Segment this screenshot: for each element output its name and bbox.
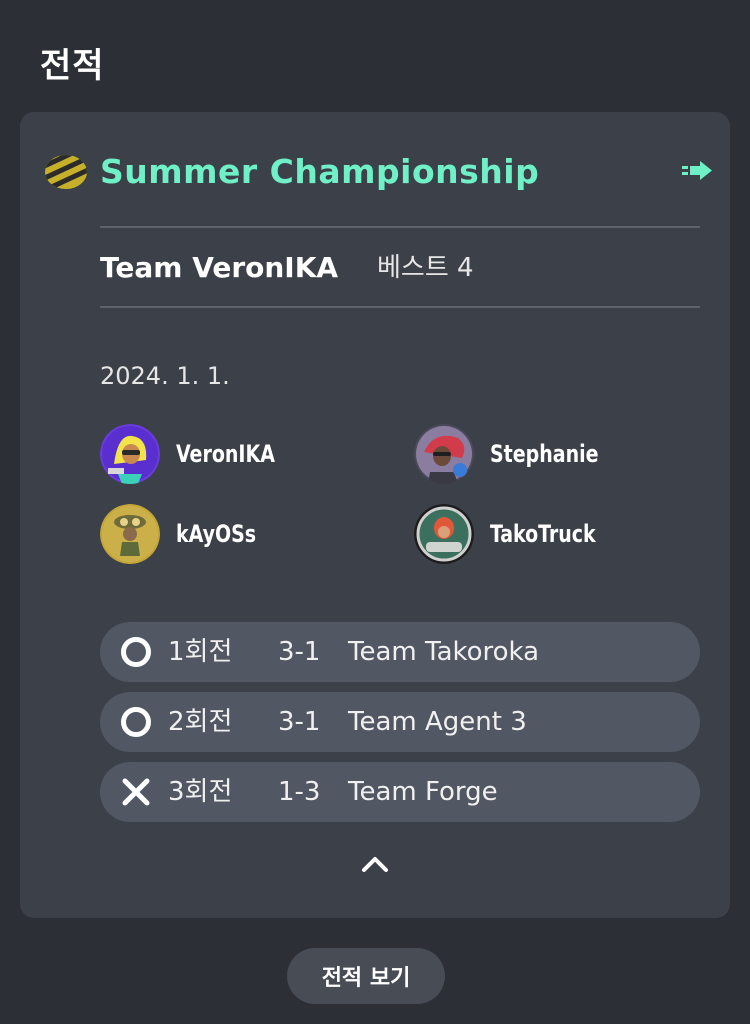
octoling-avatar-dark (414, 504, 474, 564)
view-history-button[interactable]: 전적 보기 (287, 948, 445, 1004)
round-score: 3-1 (278, 707, 321, 737)
circle-win-icon (121, 707, 151, 737)
player-name: kAyOSs (176, 520, 257, 548)
round-label: 1회전 (168, 637, 233, 667)
player-name: VeronIKA (176, 440, 275, 468)
team-name: Team VeronIKA (100, 251, 339, 284)
round-row[interactable]: 2회전 3-1 Team Agent 3 (100, 692, 700, 752)
round-opponent: Team Forge (348, 777, 498, 807)
circle-win-icon (121, 637, 151, 667)
chevron-up-icon[interactable] (358, 848, 392, 882)
round-row[interactable]: 1회전 3-1 Team Takoroka (100, 622, 700, 682)
inkling-avatar-purple (100, 424, 160, 484)
x-loss-icon (122, 778, 150, 806)
round-score: 3-1 (278, 637, 321, 667)
octoling-avatar-red (414, 424, 474, 484)
tournament-header: Summer Championship (44, 150, 712, 194)
tournament-date: 2024. 1. 1. (100, 362, 230, 390)
round-opponent: Team Agent 3 (348, 707, 527, 737)
round-score: 1-3 (278, 777, 321, 807)
tournament-card: Summer Championship Team VeronIKA 베스트 4 … (20, 112, 730, 918)
divider (100, 306, 700, 308)
gold-avatar (100, 504, 160, 564)
team-result: 베스트 4 (377, 253, 474, 283)
round-label: 2회전 (168, 707, 233, 737)
round-opponent: Team Takoroka (348, 637, 540, 667)
round-row[interactable]: 3회전 1-3 Team Forge (100, 762, 700, 822)
player-name: Stephanie (490, 440, 599, 468)
round-label: 3회전 (168, 777, 233, 807)
player-name: TakoTruck (490, 520, 596, 548)
page-title: 전적 (40, 46, 105, 86)
tournament-name[interactable]: Summer Championship (100, 150, 539, 194)
tournament-badge-icon (45, 155, 87, 189)
divider (100, 226, 700, 228)
team-row: Team VeronIKA 베스트 4 (100, 246, 700, 290)
arrow-right-icon[interactable] (678, 152, 718, 192)
